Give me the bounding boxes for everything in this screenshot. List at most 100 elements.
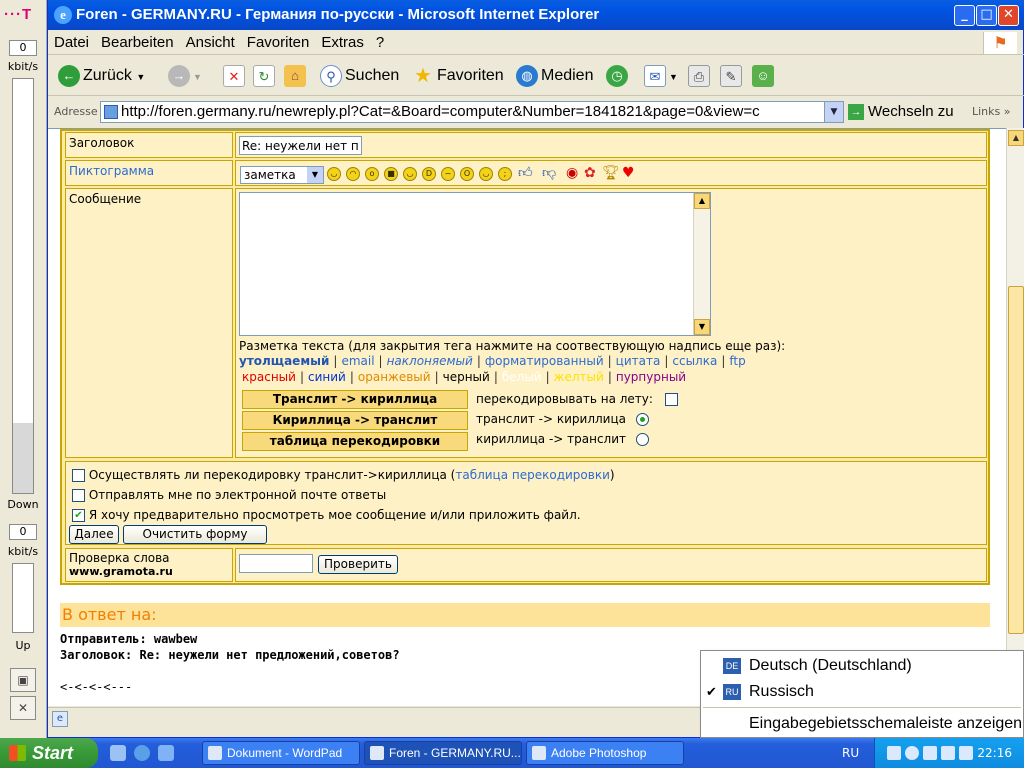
translit-table-button[interactable]: таблица перекодировки bbox=[242, 432, 468, 451]
links-button[interactable]: Links » bbox=[972, 105, 1011, 118]
forward-button[interactable]: → ▼ bbox=[168, 62, 202, 90]
close-icon[interactable]: ✕ bbox=[10, 696, 36, 720]
messenger-button[interactable]: ☺ bbox=[752, 62, 777, 90]
address-dropdown-button[interactable]: ▼ bbox=[824, 102, 843, 122]
gramota-link[interactable]: www.gramota.ru bbox=[69, 565, 173, 578]
cool-icon[interactable]: ■ bbox=[384, 167, 398, 181]
tag-quote[interactable]: цитата bbox=[616, 354, 661, 368]
blush-icon[interactable]: ◡ bbox=[479, 167, 493, 181]
tray-help-icon[interactable] bbox=[905, 746, 919, 760]
menu-ansicht[interactable]: Ansicht bbox=[180, 31, 241, 55]
translit-table-link[interactable]: таблица перекодировки bbox=[455, 468, 610, 482]
lang-item-ru[interactable]: ✔ RU Russisch bbox=[701, 679, 1023, 705]
task-ie-foren[interactable]: Foren - GERMANY.RU... bbox=[364, 741, 522, 765]
menu-extras[interactable]: Extras bbox=[315, 31, 370, 55]
close-button[interactable]: ✕ bbox=[998, 5, 1019, 26]
tray-keyboard-icon[interactable] bbox=[959, 746, 973, 760]
edit-button[interactable]: ✎ bbox=[720, 62, 745, 90]
to-cyr-radio[interactable] bbox=[635, 413, 649, 426]
menu-help[interactable]: ? bbox=[370, 31, 390, 55]
check-word-button[interactable]: Проверить bbox=[318, 555, 398, 574]
show-language-bar-item[interactable]: Eingabegebietsschemaleiste anzeigen bbox=[701, 711, 1023, 737]
tag-red[interactable]: красный bbox=[242, 370, 296, 384]
grin-icon[interactable]: ◡ bbox=[403, 167, 417, 181]
scroll-down-icon[interactable]: ▼ bbox=[694, 319, 710, 335]
scroll-thumb[interactable] bbox=[1008, 286, 1024, 634]
tag-black[interactable]: черный bbox=[443, 370, 490, 384]
heart-icon[interactable]: ♥ bbox=[622, 165, 635, 181]
tag-email[interactable]: email bbox=[341, 354, 374, 368]
language-indicator[interactable]: RU bbox=[842, 738, 859, 768]
next-button[interactable]: Далее bbox=[69, 525, 119, 544]
confused-icon[interactable]: ~ bbox=[441, 167, 455, 181]
word-check-input[interactable] bbox=[239, 554, 313, 573]
frown-icon[interactable]: ◠ bbox=[346, 167, 360, 181]
cyr-to-translit-button[interactable]: Кириллица -> транслит bbox=[242, 411, 468, 430]
menu-favoriten[interactable]: Favoriten bbox=[241, 31, 316, 55]
icon-select[interactable]: заметка ▼ bbox=[240, 166, 324, 184]
quicklaunch-media-icon[interactable] bbox=[134, 745, 150, 761]
textarea-scrollbar[interactable]: ▲ ▼ bbox=[693, 193, 710, 335]
tag-white[interactable]: белый bbox=[502, 370, 542, 384]
email-replies-checkbox[interactable] bbox=[72, 489, 85, 502]
quicklaunch-desktop-icon[interactable] bbox=[110, 745, 126, 761]
tray-app-icon[interactable] bbox=[923, 746, 937, 760]
history-button[interactable]: ◷ bbox=[606, 62, 631, 90]
tag-ftp[interactable]: ftp bbox=[729, 354, 745, 368]
task-photoshop[interactable]: Adobe Photoshop bbox=[526, 741, 684, 765]
back-dropdown-icon[interactable]: ▼ bbox=[136, 72, 145, 82]
live-recode-checkbox[interactable] bbox=[664, 393, 678, 406]
page-scrollbar[interactable]: ▲ bbox=[1006, 128, 1024, 706]
back-button[interactable]: ← Zurück ▼ bbox=[58, 62, 145, 90]
icon-label-link[interactable]: Пиктограмма bbox=[65, 160, 233, 186]
tag-link[interactable]: ссылка bbox=[672, 354, 717, 368]
laugh-icon[interactable]: D bbox=[422, 167, 436, 181]
address-field[interactable]: http://foren.germany.ru/newreply.pl?Cat=… bbox=[100, 101, 844, 123]
print-button[interactable]: ⎙ bbox=[688, 62, 713, 90]
tag-bold[interactable]: утолщаемый bbox=[239, 354, 329, 368]
tag-preformatted[interactable]: форматированный bbox=[485, 354, 604, 368]
start-button[interactable]: Start bbox=[0, 738, 98, 768]
clear-form-button[interactable]: Очистить форму bbox=[123, 525, 267, 544]
lips-icon[interactable]: ◉ bbox=[566, 165, 578, 181]
home-button[interactable]: ⌂ bbox=[284, 62, 309, 90]
refresh-button[interactable]: ↻ bbox=[253, 62, 278, 90]
go-button[interactable]: → Wechseln zu bbox=[848, 103, 954, 121]
thumbs-down-icon[interactable]: 👎︎ bbox=[542, 165, 556, 181]
tag-orange[interactable]: оранжевый bbox=[358, 370, 431, 384]
to-lat-radio[interactable] bbox=[635, 433, 649, 446]
wink-icon[interactable]: ; bbox=[498, 167, 512, 181]
cup-icon[interactable]: 🏆︎ bbox=[602, 165, 620, 181]
stop-button[interactable]: ✕ bbox=[223, 62, 248, 90]
window-icon[interactable]: ▣ bbox=[10, 668, 36, 692]
menu-datei[interactable]: Datei bbox=[48, 31, 95, 55]
translit-checkbox[interactable] bbox=[72, 469, 85, 482]
search-button[interactable]: ⚲ Suchen bbox=[320, 62, 399, 90]
message-textarea[interactable]: ▲ ▼ bbox=[239, 192, 711, 336]
translit-to-cyr-button[interactable]: Транслит -> кириллица bbox=[242, 390, 468, 409]
lang-item-de[interactable]: DE Deutsch (Deutschland) bbox=[701, 653, 1023, 679]
minimize-button[interactable]: _ bbox=[954, 5, 975, 26]
preview-checkbox[interactable]: ✔ bbox=[72, 509, 85, 522]
scroll-up-icon[interactable]: ▲ bbox=[1008, 130, 1024, 146]
tray-network-icon[interactable] bbox=[887, 746, 901, 760]
tag-yellow[interactable]: желтый bbox=[554, 370, 604, 384]
favorites-button[interactable]: ★ Favoriten bbox=[412, 62, 504, 90]
subject-input[interactable] bbox=[239, 136, 362, 155]
menu-bearbeiten[interactable]: Bearbeiten bbox=[95, 31, 180, 55]
shock-icon[interactable]: O bbox=[460, 167, 474, 181]
tag-blue[interactable]: синий bbox=[308, 370, 346, 384]
quicklaunch-ie-icon[interactable] bbox=[158, 745, 174, 761]
mail-button[interactable]: ✉ ▼ bbox=[644, 62, 678, 90]
tray-safe-remove-icon[interactable] bbox=[941, 746, 955, 760]
media-button[interactable]: ◍ Medien bbox=[516, 62, 593, 90]
scroll-up-icon[interactable]: ▲ bbox=[694, 193, 710, 209]
flower-icon[interactable]: ✿ bbox=[584, 165, 596, 181]
smiley-icon[interactable]: ◡ bbox=[327, 167, 341, 181]
tag-purple[interactable]: пурпурный bbox=[616, 370, 686, 384]
maximize-button[interactable]: □ bbox=[976, 5, 997, 26]
task-wordpad[interactable]: Dokument - WordPad bbox=[202, 741, 360, 765]
tag-italic[interactable]: наклоняемый bbox=[387, 354, 473, 368]
surprise-icon[interactable]: o bbox=[365, 167, 379, 181]
thumbs-up-icon[interactable]: 👍︎ bbox=[518, 165, 533, 181]
